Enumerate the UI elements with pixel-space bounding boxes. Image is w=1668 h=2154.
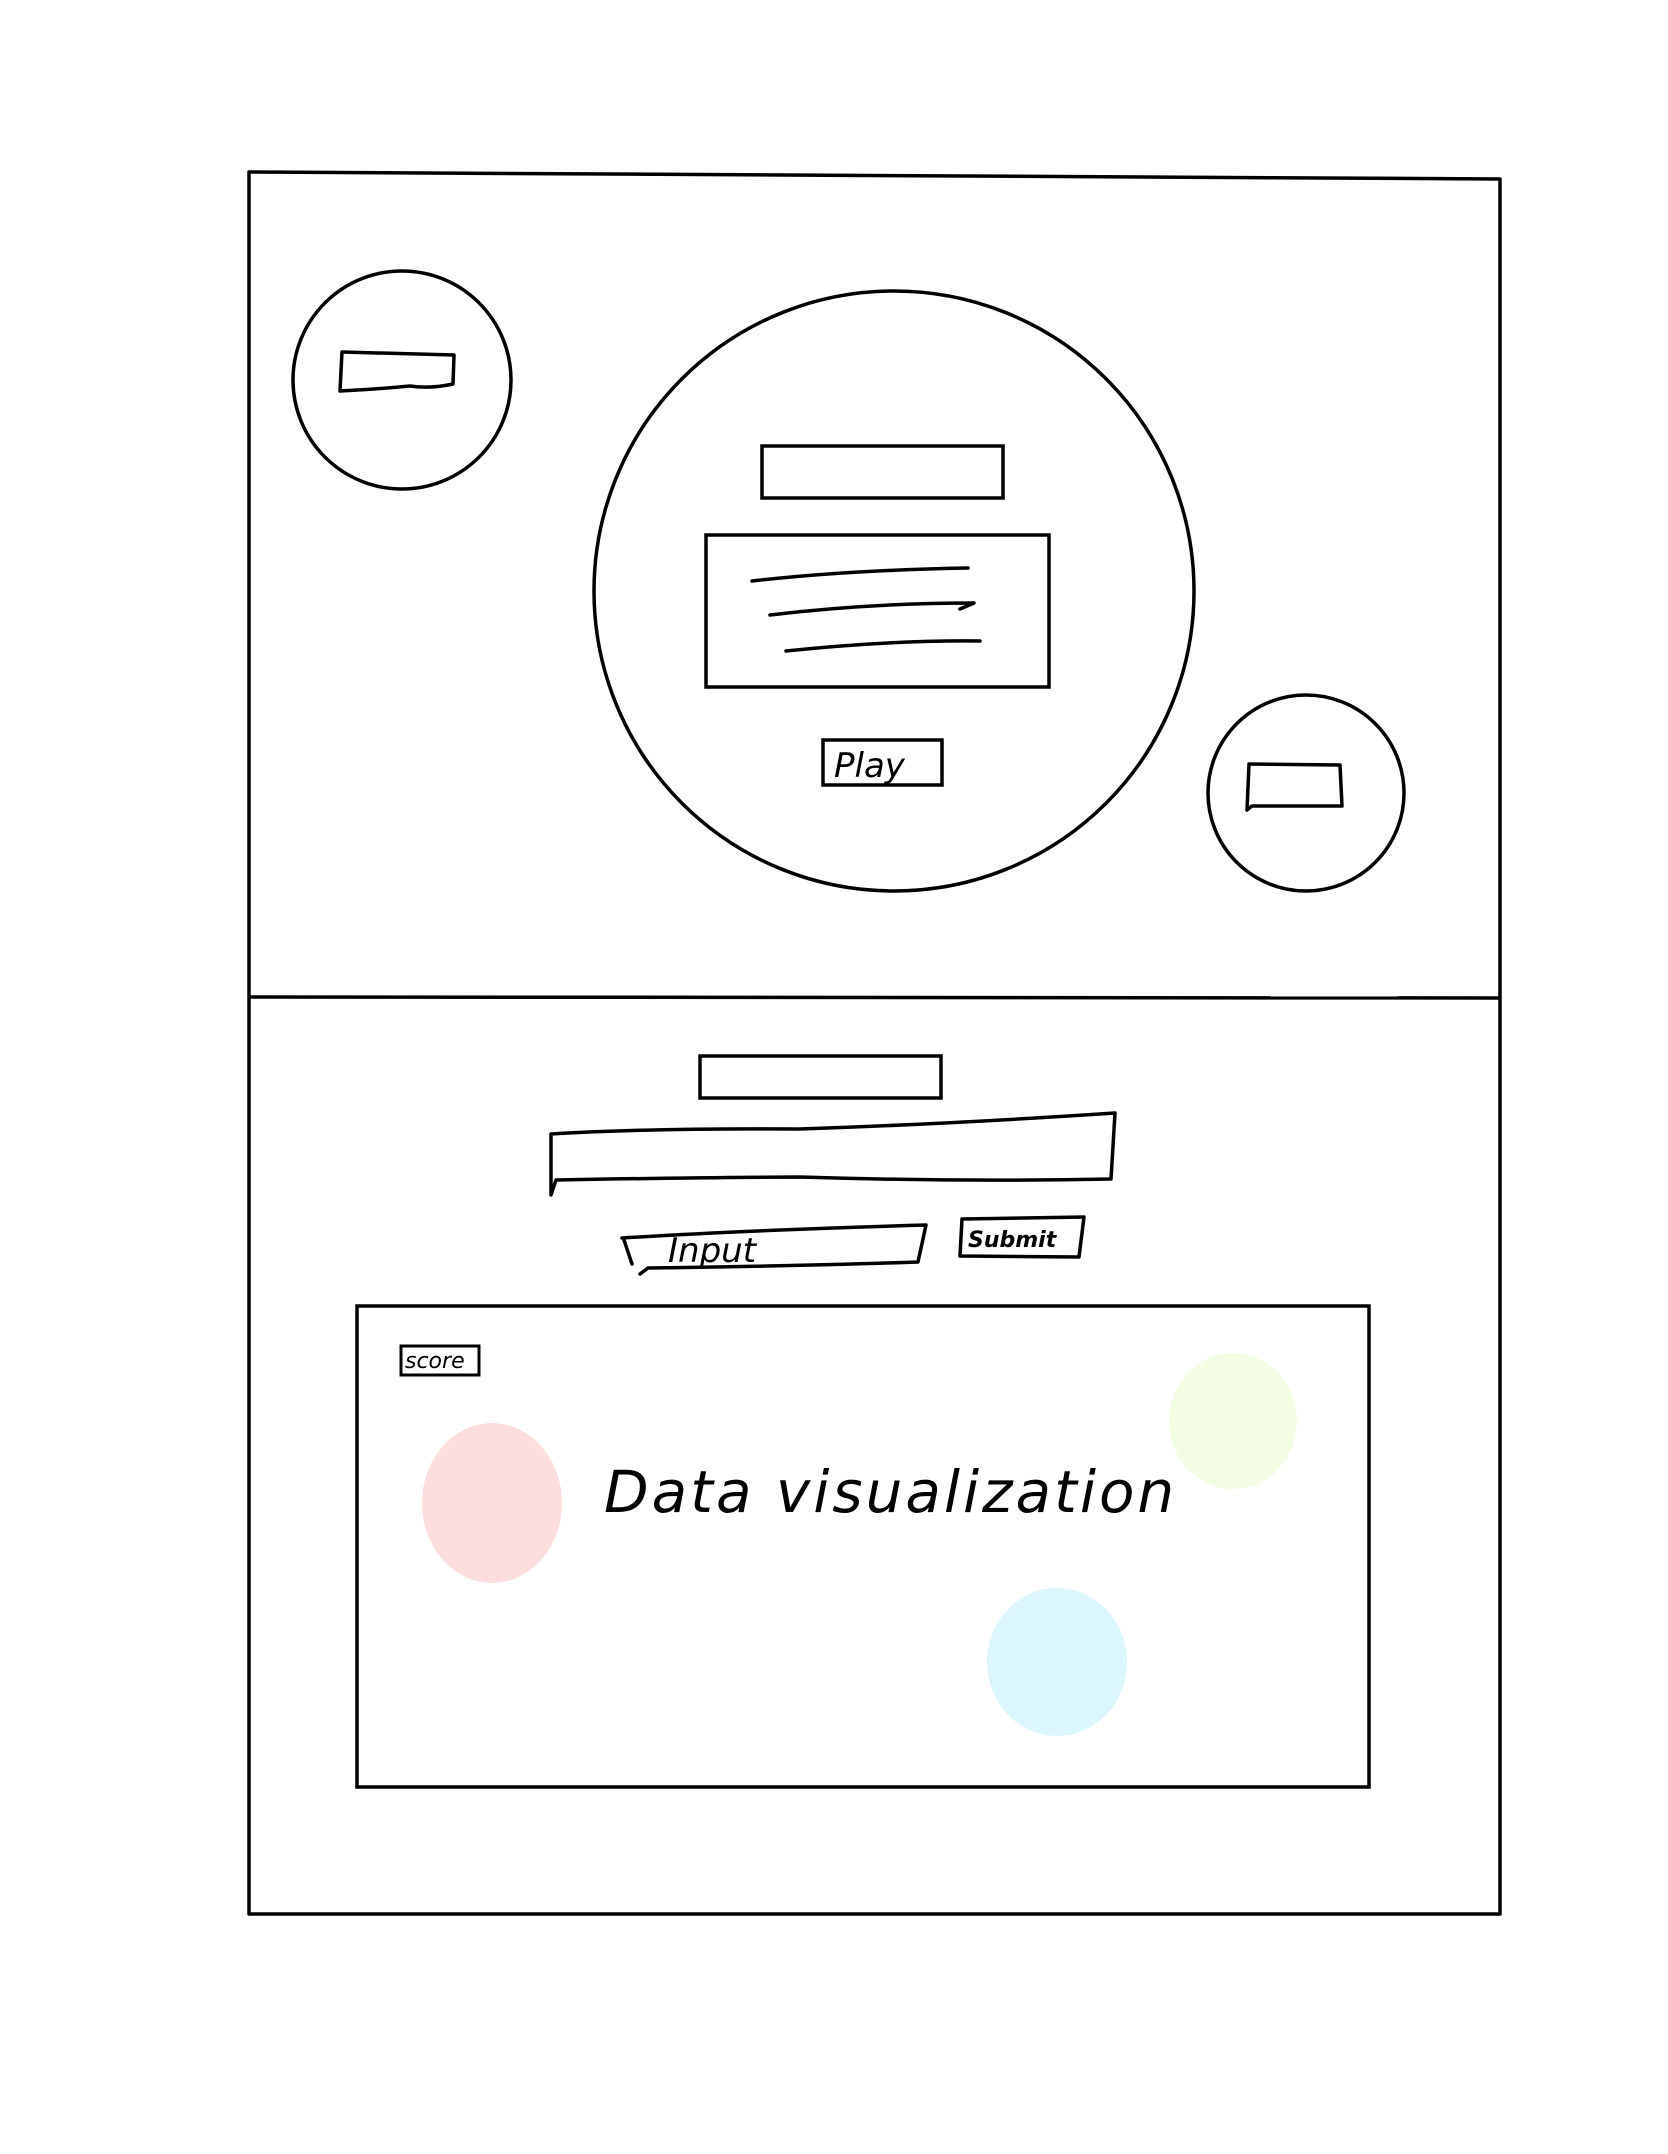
panel-divider [248,995,1501,1000]
small-circle-right-rect [1245,762,1344,812]
answer-input-placeholder: Input [668,1231,758,1271]
submit-button-label: Submit [968,1228,1058,1253]
small-circle-left[interactable] [291,269,513,491]
main-text-box [704,533,1051,689]
answer-input[interactable]: Input [620,1223,928,1276]
red-blob [422,1423,562,1583]
bottom-panel: Input Submit score Data visualization [355,1054,1371,1789]
wide-text-bar [549,1111,1117,1197]
small-circle-right[interactable] [1206,693,1406,893]
play-button-label: Play [834,746,906,786]
outer-frame [247,170,1502,1916]
main-title-placeholder [760,444,1005,500]
visualization-caption: Data visualization [604,1458,1177,1526]
bottom-title-placeholder [698,1054,943,1100]
play-button[interactable]: Play [821,738,944,787]
data-visualization-panel: score Data visualization [355,1304,1371,1789]
text-line-3 [784,639,982,653]
yellow-blob [1169,1353,1297,1489]
score-badge: score [399,1344,481,1377]
top-panel: Play [291,269,1406,893]
submit-button[interactable]: Submit [958,1215,1086,1259]
score-label: score [405,1349,465,1374]
text-line-2 [768,601,976,617]
wireframe-sketch: Play Input Submit score Data visualizati… [247,170,1502,1916]
small-circle-left-rect [338,350,456,393]
text-cursor-icon [622,1238,634,1266]
blue-blob [987,1588,1127,1736]
text-line-1 [750,566,970,583]
main-circle: Play [592,289,1196,893]
